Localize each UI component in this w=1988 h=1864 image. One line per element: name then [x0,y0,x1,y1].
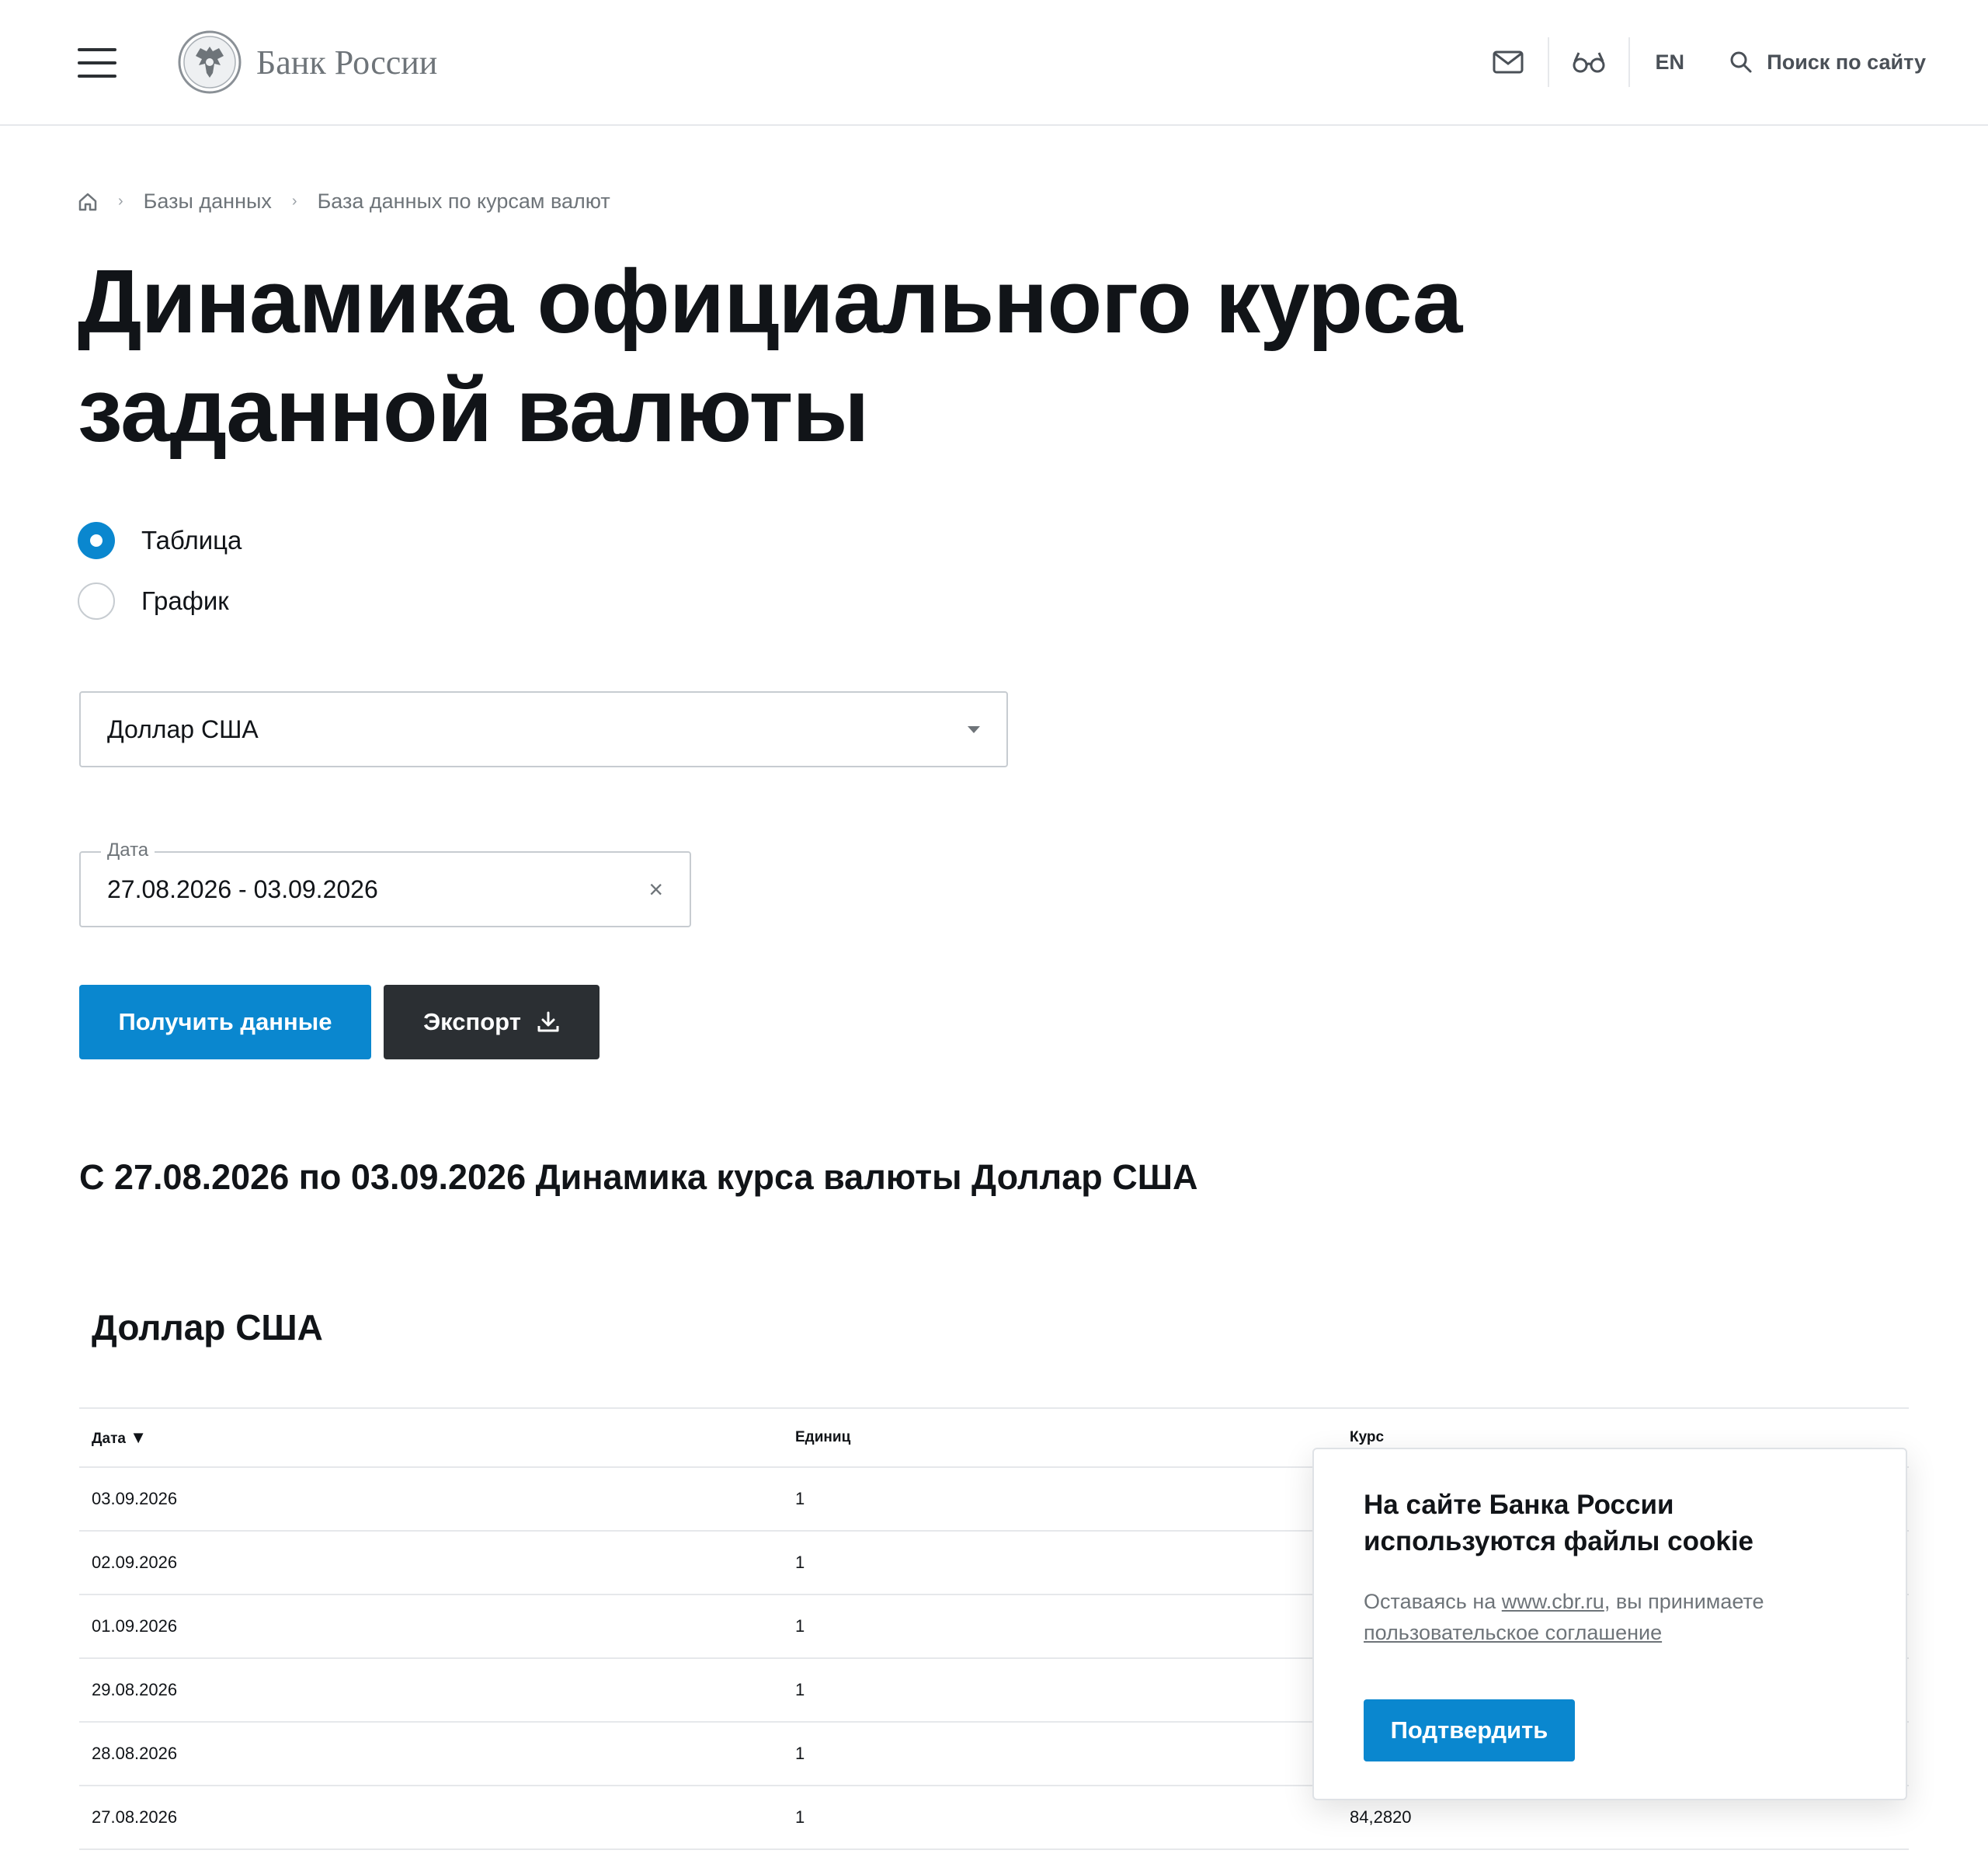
chevron-right-icon: › [118,193,123,210]
cell-units: 1 [795,1680,805,1699]
search-label: Поиск по сайту [1767,50,1926,74]
column-header-label: Дата [92,1431,126,1447]
eagle-emblem-icon [178,30,242,94]
logo-text: Банк России [256,43,438,82]
cell-date: 29.08.2026 [92,1680,178,1699]
mail-button[interactable] [1468,37,1550,87]
table-title: Доллар США [92,1307,323,1348]
get-data-label: Получить данные [118,1008,332,1035]
result-heading: С 27.08.2026 по 03.09.2026 Динамика курс… [79,1157,1198,1197]
sort-down-icon: ▼ [130,1428,148,1447]
breadcrumb: › Базы данных › База данных по курсам ва… [78,190,610,214]
page-title-line-2: заданной валюты [78,360,869,461]
clear-icon[interactable]: × [648,875,663,904]
radio-selected-icon[interactable] [78,522,115,559]
dropdown-arrow-icon [968,725,980,733]
accessibility-button[interactable] [1549,37,1631,87]
header-toolbar: EN Поиск по сайту [1468,31,1926,93]
date-range-value: 27.08.2026 - 03.09.2026 [107,875,378,903]
cell-units: 1 [795,1489,805,1508]
view-option-chart[interactable]: График [78,582,229,620]
hamburger-line [78,61,116,64]
home-icon[interactable] [78,192,98,212]
date-range-field[interactable]: Дата 27.08.2026 - 03.09.2026 × [79,840,691,927]
glasses-icon [1573,52,1605,73]
column-header-date[interactable]: Дата ▼ [79,1428,795,1448]
currency-select[interactable]: Доллар США [79,691,1008,767]
breadcrumb-currency-db[interactable]: База данных по курсам валют [318,190,610,214]
cbr-site-link[interactable]: www.cbr.ru [1502,1590,1604,1613]
cell-date: 03.09.2026 [92,1489,178,1508]
cell-rate: 84,2820 [1350,1807,1412,1827]
cookie-title: На сайте Банка России используются файлы… [1364,1490,1754,1556]
site-search-button[interactable]: Поиск по сайту [1729,50,1926,75]
mail-icon [1493,50,1524,74]
cell-date: 28.08.2026 [92,1744,178,1763]
chevron-right-icon: › [291,193,297,210]
language-switch[interactable]: EN [1630,37,1709,87]
cell-units: 1 [795,1616,805,1636]
hamburger-line [78,48,116,51]
radio-unselected-icon[interactable] [78,582,115,620]
cell-date: 02.09.2026 [92,1553,178,1572]
column-header-units: Единиц [795,1429,851,1445]
cell-units: 1 [795,1807,805,1827]
export-label: Экспорт [423,1008,521,1035]
menu-button[interactable] [78,48,116,78]
download-icon [537,1011,559,1032]
user-agreement-link[interactable]: пользовательское соглашение [1364,1621,1662,1644]
currency-select-value: Доллар США [107,715,259,743]
hamburger-line [78,75,116,78]
view-option-label: Таблица [141,526,242,555]
get-data-button[interactable]: Получить данные [79,985,371,1059]
cell-units: 1 [795,1553,805,1572]
cookie-text-prefix: Оставаясь на [1364,1590,1502,1613]
view-option-table[interactable]: Таблица [78,522,242,559]
column-header-rate: Курс [1350,1429,1385,1445]
cell-date: 01.09.2026 [92,1616,178,1636]
search-icon [1730,51,1752,73]
date-field-label: Дата [101,840,155,861]
view-option-label: График [141,586,229,615]
cookie-text: Оставаясь на www.cbr.ru, вы принимаете по… [1364,1586,1856,1648]
cookie-consent-popup: На сайте Банка России используются файлы… [1312,1448,1907,1800]
export-button[interactable]: Экспорт [384,985,600,1059]
cookie-text-middle: , вы принимаете [1604,1590,1764,1613]
breadcrumb-databases[interactable]: Базы данных [144,190,272,214]
cell-units: 1 [795,1744,805,1763]
page-title-line-1: Динамика официального курса [78,251,1462,352]
site-logo[interactable]: Банк России [177,30,437,95]
page-title: Динамика официального курса заданной вал… [78,247,1631,464]
cell-date: 27.08.2026 [92,1807,178,1827]
confirm-cookie-button[interactable]: Подтвердить [1364,1699,1575,1761]
